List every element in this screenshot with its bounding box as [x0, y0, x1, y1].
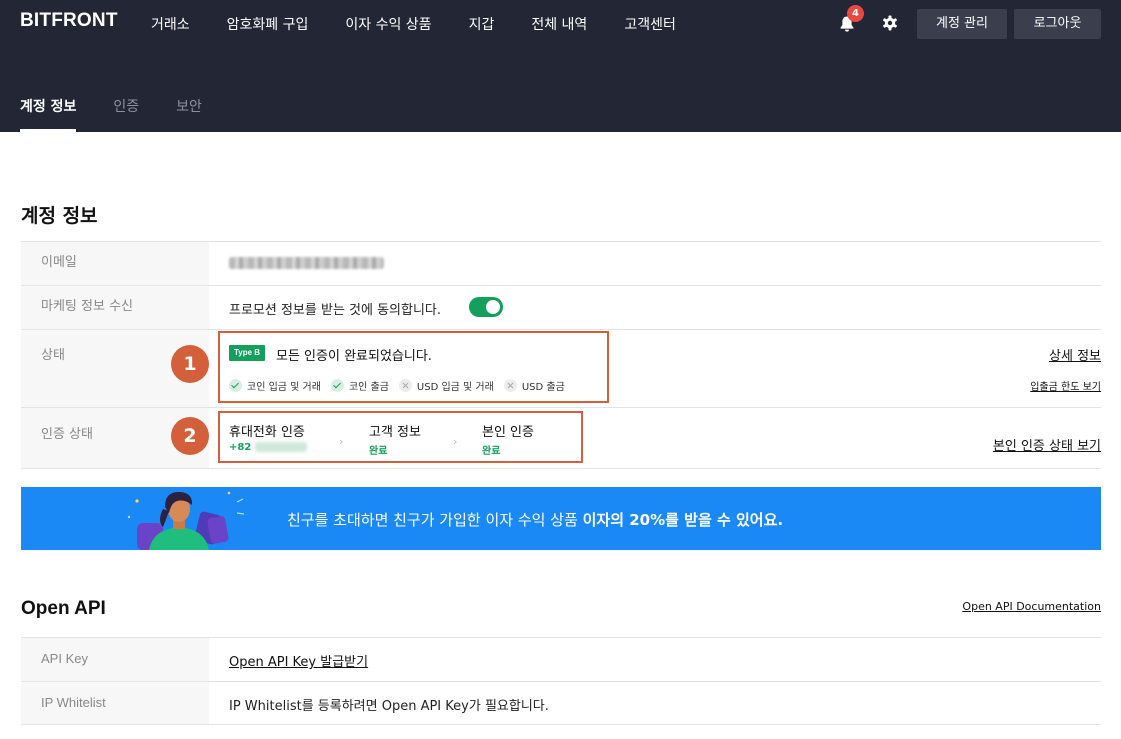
- marketing-label: 마케팅 정보 수신: [21, 286, 209, 329]
- marketing-consent-text: 프로모션 정보를 받는 것에 동의합니다.: [229, 303, 442, 318]
- x-icon: [398, 379, 412, 392]
- nav-history[interactable]: 전체 내역: [531, 14, 587, 34]
- logout-button[interactable]: 로그아웃: [1014, 9, 1101, 39]
- status-chip: 코인 입금 및 거래: [229, 378, 321, 393]
- notification-badge: 4: [847, 5, 864, 22]
- status-chip: USD 입금 및 거래: [398, 378, 494, 393]
- verification-row: 인증 상태 2 휴대전화 인증 +82 › 고객 정보 완료 › 본인 인증 완…: [21, 407, 1101, 469]
- account-management-button[interactable]: 계정 관리: [917, 9, 1007, 39]
- email-row: 이메일: [21, 241, 1101, 285]
- nav-buy-crypto[interactable]: 암호화폐 구입: [227, 14, 309, 34]
- logo[interactable]: BITFRONT: [20, 10, 118, 32]
- step-sub: 완료: [482, 446, 501, 457]
- api-key-label: API Key: [21, 638, 209, 681]
- referral-banner[interactable]: 친구를 초대하면 친구가 가입한 이자 수익 상품 이자의 20%를 받을 수 …: [21, 487, 1101, 550]
- ip-whitelist-row: IP Whitelist IP Whitelist를 등록하려면 Open AP…: [21, 681, 1101, 725]
- detail-info-link[interactable]: 상세 정보: [1049, 345, 1101, 364]
- x-icon: [503, 379, 517, 392]
- marker-2: 2: [171, 417, 209, 455]
- step-phone: 휴대전화 인증 +82: [229, 421, 308, 453]
- step-customer-info: 고객 정보 완료: [369, 421, 421, 457]
- banner-text-suffix: 를 받을 수 있어요.: [665, 511, 784, 529]
- nav-support[interactable]: 고객센터: [624, 14, 676, 34]
- status-chip-label: 코인 입금 및 거래: [247, 382, 321, 393]
- email-value-redacted: [229, 257, 384, 269]
- account-subtabs: 계정 정보 인증 보안: [20, 96, 239, 132]
- step-title: 본인 인증: [482, 425, 534, 440]
- step-sub: 완료: [369, 446, 388, 457]
- verification-status-link[interactable]: 본인 인증 상태 보기: [993, 435, 1101, 454]
- type-b-badge: Type B: [229, 345, 266, 361]
- banner-text-bold: 이자의 20%: [582, 511, 666, 529]
- nav-exchange[interactable]: 거래소: [151, 14, 190, 34]
- nav-wallet[interactable]: 지갑: [469, 14, 495, 34]
- check-icon: [330, 379, 344, 392]
- status-chip-label: USD 출금: [521, 382, 565, 393]
- main-nav: 거래소 암호화폐 구입 이자 수익 상품 지갑 전체 내역 고객센터: [151, 14, 713, 34]
- person-illustration: [127, 491, 244, 550]
- top-header: BITFRONT 거래소 암호화폐 구입 이자 수익 상품 지갑 전체 내역 고…: [0, 0, 1121, 132]
- nav-earn[interactable]: 이자 수익 상품: [345, 14, 431, 34]
- status-chip: 코인 출금: [330, 378, 389, 393]
- ip-whitelist-label: IP Whitelist: [21, 682, 209, 724]
- chevron-right-icon: ›: [339, 435, 344, 448]
- api-documentation-link[interactable]: Open API Documentation: [962, 600, 1101, 613]
- tab-verification[interactable]: 인증: [113, 96, 139, 132]
- step-identity: 본인 인증 완료: [482, 421, 534, 457]
- marketing-toggle[interactable]: [469, 297, 503, 317]
- banner-text-prefix: 친구를 초대하면 친구가 가입한 이자 수익 상품: [287, 511, 583, 529]
- api-key-row: API Key Open API Key 발급받기: [21, 637, 1101, 681]
- tab-security[interactable]: 보안: [176, 96, 202, 132]
- status-chip: USD 출금: [503, 378, 565, 393]
- gear-icon[interactable]: [881, 14, 899, 32]
- email-label: 이메일: [21, 242, 209, 285]
- chevron-right-icon: ›: [453, 435, 458, 448]
- status-chip-label: USD 입금 및 거래: [416, 382, 494, 393]
- marketing-row: 마케팅 정보 수신 프로모션 정보를 받는 것에 동의합니다.: [21, 285, 1101, 329]
- limit-link[interactable]: 입출금 한도 보기: [1030, 378, 1101, 393]
- status-chip-label: 코인 출금: [348, 382, 389, 393]
- issue-api-key-link[interactable]: Open API Key 발급받기: [229, 651, 368, 670]
- ip-whitelist-text: IP Whitelist를 등록하려면 Open API Key가 필요합니다.: [229, 699, 549, 714]
- marker-1: 1: [171, 345, 209, 383]
- step-sub: +82: [229, 442, 252, 453]
- tab-account-info[interactable]: 계정 정보: [20, 96, 77, 132]
- open-api-title: Open API: [21, 598, 106, 619]
- account-info-title: 계정 정보: [21, 205, 98, 227]
- status-text: 모든 인증이 완료되었습니다.: [276, 349, 432, 364]
- status-chips: 코인 입금 및 거래 코인 출금 USD 입금 및 거래 USD 출금: [229, 378, 575, 393]
- status-row: 상태 1 Type B 모든 인증이 완료되었습니다. 코인 입금 및 거래 코…: [21, 329, 1101, 407]
- step-title: 휴대전화 인증: [229, 425, 305, 440]
- check-icon: [229, 379, 242, 392]
- step-title: 고객 정보: [369, 425, 421, 440]
- banner-text: 친구를 초대하면 친구가 가입한 이자 수익 상품 이자의 20%를 받을 수 …: [287, 509, 783, 530]
- phone-redacted: [255, 442, 308, 452]
